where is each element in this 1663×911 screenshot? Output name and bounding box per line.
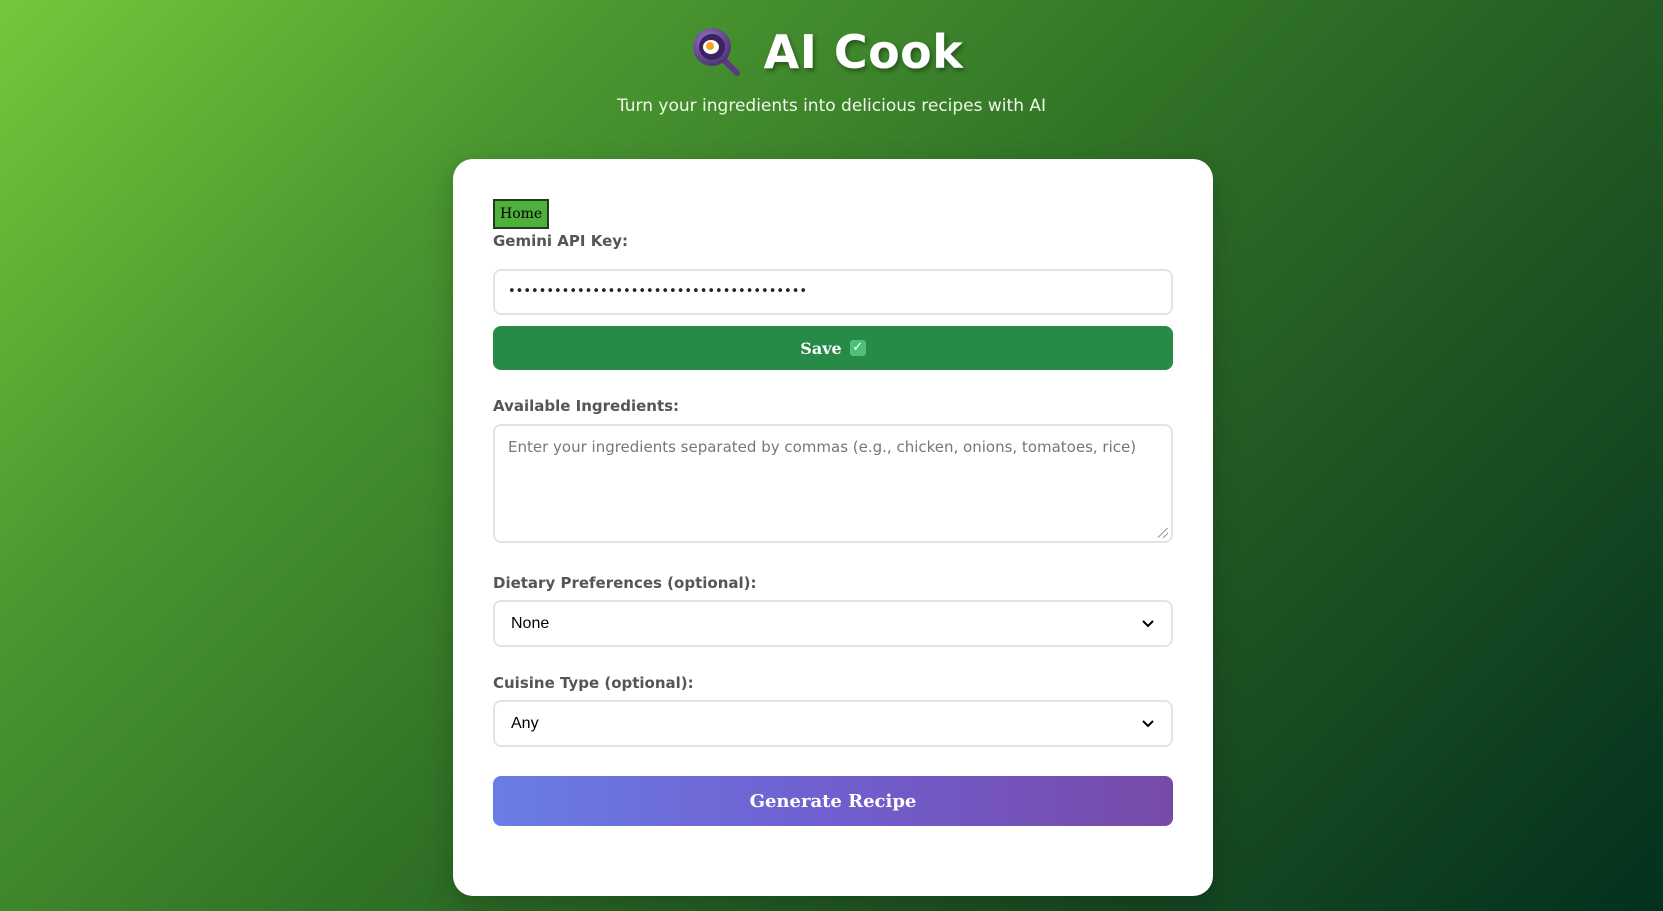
api-key-masked-value: ••••••••••••••••••••••••••••••••••••••• [508,284,808,299]
logo-icon [690,25,744,79]
generate-recipe-button[interactable]: Generate Recipe [493,776,1173,826]
dietary-label: Dietary Preferences (optional): [493,574,757,592]
save-button[interactable]: Save ✓ [493,326,1173,370]
cuisine-selected-value: Any [511,714,539,732]
save-button-label: Save [800,338,842,358]
app-subtitle: Turn your ingredients into delicious rec… [616,96,1047,116]
ingredients-textarea[interactable]: Enter your ingredients separated by comm… [493,424,1173,543]
app-title: AI Cook [763,25,964,79]
recipe-form-card: Home Gemini API Key: •••••••••••••••••••… [453,159,1213,896]
cuisine-select[interactable]: Any [493,700,1173,747]
dietary-selected-value: None [511,614,550,632]
home-button[interactable]: Home [493,199,550,229]
ingredients-label: Available Ingredients: [493,397,680,415]
api-key-input[interactable]: ••••••••••••••••••••••••••••••••••••••• [493,269,1173,315]
api-key-label: Gemini API Key: [493,232,629,250]
resize-handle-icon[interactable] [1158,528,1168,538]
cuisine-label: Cuisine Type (optional): [493,674,694,692]
dietary-select[interactable]: None [493,600,1173,647]
chevron-down-icon [1141,717,1155,731]
chevron-down-icon [1141,617,1155,631]
title-row: AI Cook [0,22,1663,82]
ingredients-placeholder: Enter your ingredients separated by comm… [508,438,1137,456]
check-box-icon: ✓ [849,340,866,356]
